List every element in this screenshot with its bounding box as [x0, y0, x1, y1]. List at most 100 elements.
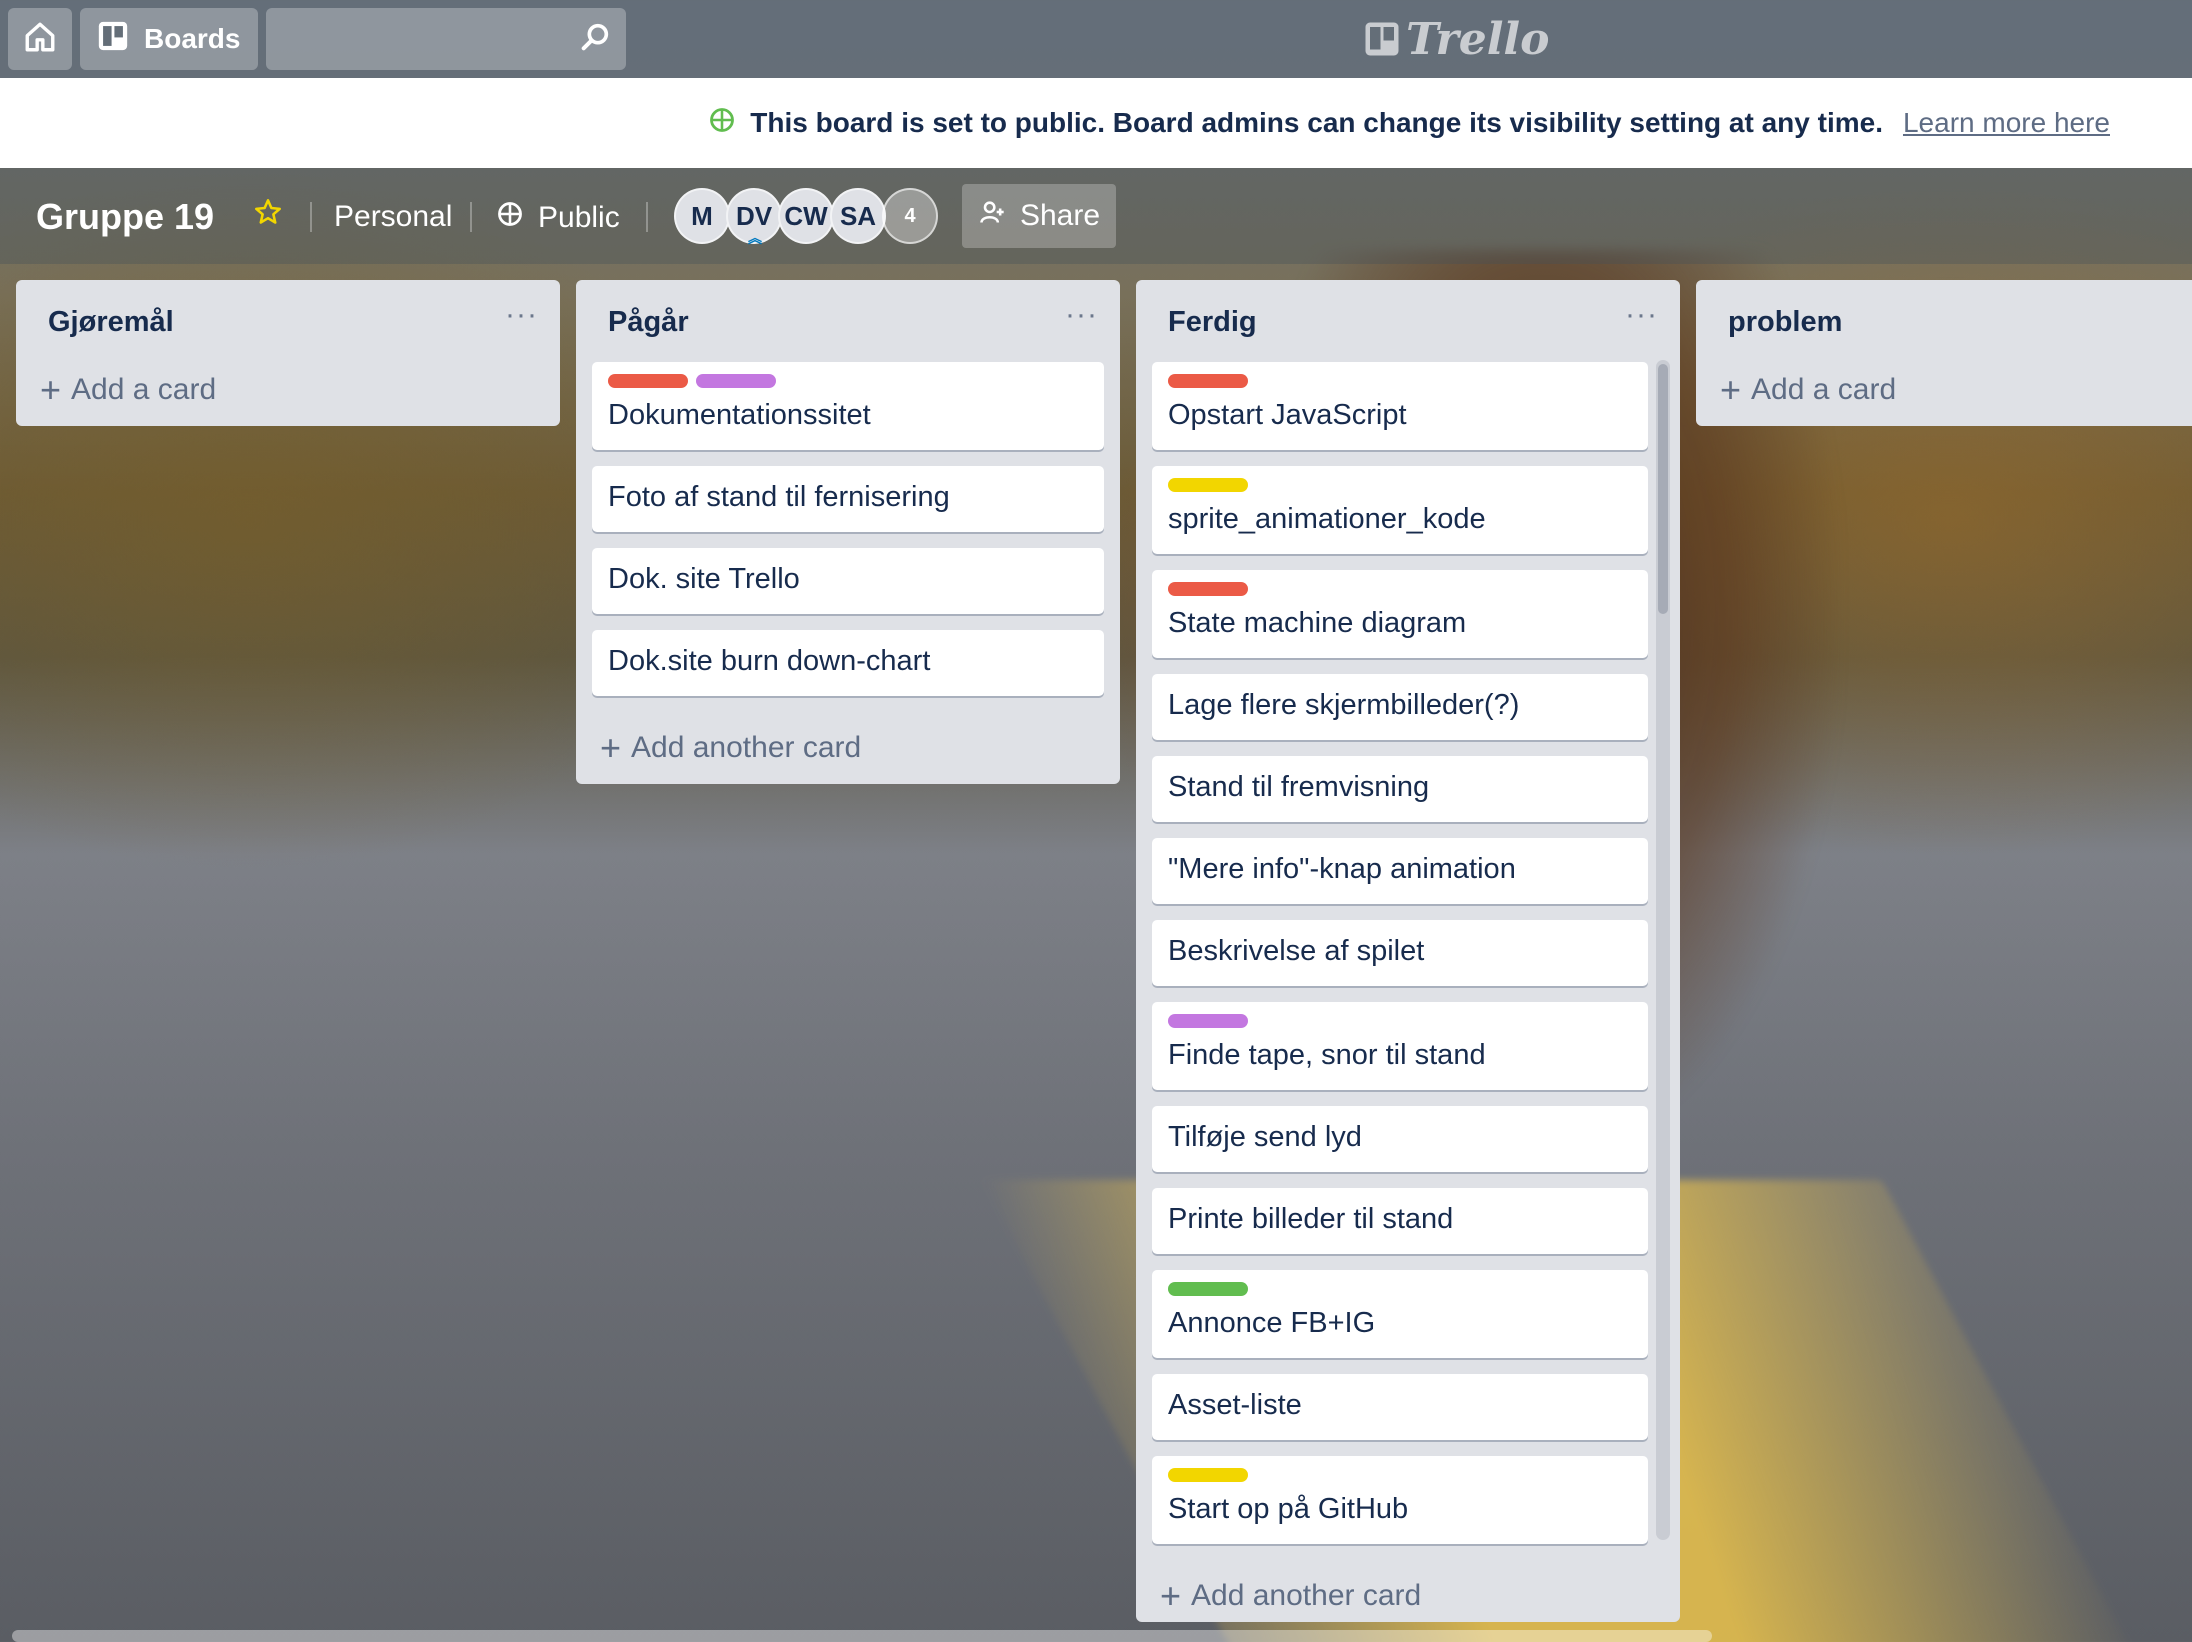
- share-button[interactable]: Share: [962, 184, 1116, 248]
- card-title: Stand til fremvisning: [1168, 771, 1430, 803]
- card[interactable]: Dokumentationssitet: [592, 362, 1104, 450]
- board-horizontal-scrollbar[interactable]: [12, 1630, 1712, 1642]
- card[interactable]: Foto af stand til fernisering: [592, 466, 1104, 532]
- add-card-label: Add a card: [71, 373, 217, 406]
- list-ferdig: Ferdig ··· Opstart JavaScript sprite_anim…: [1136, 280, 1680, 1622]
- header-divider: [310, 202, 312, 232]
- card-labels: [1168, 1468, 1632, 1484]
- share-label: Share: [1019, 199, 1101, 232]
- notice-message: This board is set to public. Board admin…: [750, 107, 1883, 138]
- add-card-button[interactable]: + Add a card: [16, 354, 560, 426]
- card-title: Opstart JavaScript: [1168, 399, 1407, 431]
- card-title: Dok. site Trello: [608, 563, 800, 595]
- search-input[interactable]: [266, 8, 626, 70]
- card-labels: [1168, 1282, 1632, 1298]
- card-title: Beskrivelse af spilet: [1168, 935, 1425, 967]
- card[interactable]: Dok. site Trello: [592, 548, 1104, 614]
- trello-logo-text: Trello: [1406, 13, 1550, 65]
- avatar[interactable]: M: [674, 188, 730, 244]
- card[interactable]: sprite_animationer_kode: [1152, 466, 1648, 554]
- card-labels: [608, 374, 1088, 390]
- card-title: Printe billeder til stand: [1168, 1203, 1454, 1235]
- learn-more-link[interactable]: Learn more here: [1903, 107, 2110, 139]
- card-title: Asset-liste: [1168, 1389, 1302, 1421]
- list-problem: problem + Add a card: [1696, 280, 2192, 426]
- list-menu-icon[interactable]: ···: [505, 298, 538, 332]
- list-menu-icon[interactable]: ···: [1065, 298, 1098, 332]
- list-menu-icon[interactable]: ···: [1625, 298, 1658, 332]
- add-card-label: Add another card: [1191, 1579, 1422, 1612]
- list-gjoremal: Gjøremål ··· + Add a card: [16, 280, 560, 426]
- star-icon[interactable]: [254, 198, 282, 234]
- home-button[interactable]: [8, 8, 72, 70]
- card-title: Finde tape, snor til stand: [1168, 1039, 1486, 1071]
- card-labels: [1168, 1014, 1632, 1030]
- card-labels: [1168, 374, 1632, 390]
- scrollbar-thumb[interactable]: [1658, 364, 1668, 614]
- list-title[interactable]: Pågår: [608, 306, 689, 339]
- card[interactable]: Finde tape, snor til stand: [1152, 1002, 1648, 1090]
- board-title[interactable]: Gruppe 19: [36, 196, 214, 238]
- list-header: Gjøremål ···: [16, 280, 560, 362]
- card[interactable]: Stand til fremvisning: [1152, 756, 1648, 822]
- card-title: Annonce FB+IG: [1168, 1307, 1376, 1339]
- list-header: Pågår ···: [576, 280, 1120, 362]
- card-label-green[interactable]: [1168, 1282, 1248, 1296]
- list-title[interactable]: problem: [1728, 306, 1842, 339]
- trello-logo[interactable]: Trello: [1364, 13, 1550, 65]
- list-title[interactable]: Gjøremål: [48, 306, 174, 339]
- header-divider: [470, 202, 472, 232]
- card[interactable]: Lage flere skjermbilleder(?): [1152, 674, 1648, 740]
- list-header: Ferdig ···: [1136, 280, 1680, 362]
- list-scrollbar[interactable]: [1656, 360, 1670, 1540]
- card-label-red[interactable]: [1168, 582, 1248, 596]
- member-avatars: M DV ︽ CW SA 4: [674, 188, 938, 246]
- card-label-yellow[interactable]: [1168, 1468, 1248, 1482]
- globe-icon: [708, 106, 736, 141]
- add-card-button[interactable]: + Add another card: [576, 712, 1120, 784]
- card[interactable]: State machine diagram: [1152, 570, 1648, 658]
- add-card-button[interactable]: + Add another card: [1136, 1560, 1680, 1632]
- home-icon: [23, 20, 57, 59]
- visibility-label: Public: [538, 201, 620, 234]
- avatar-initials: DV: [735, 200, 773, 231]
- card[interactable]: Printe billeder til stand: [1152, 1188, 1648, 1254]
- visibility-button[interactable]: Public: [496, 200, 620, 236]
- globe-icon: [496, 200, 524, 236]
- card[interactable]: Opstart JavaScript: [1152, 362, 1648, 450]
- card[interactable]: Beskrivelse af spilet: [1152, 920, 1648, 986]
- card-title: Dokumentationssitet: [608, 399, 871, 431]
- card[interactable]: Dok.site burn down-chart: [592, 630, 1104, 696]
- card-title: "Mere info"-knap animation: [1168, 853, 1516, 885]
- card[interactable]: Start op på GitHub: [1152, 1456, 1648, 1544]
- card-label-red[interactable]: [608, 374, 688, 388]
- card-title: Tilføje send lyd: [1168, 1121, 1362, 1153]
- card-label-yellow[interactable]: [1168, 478, 1248, 492]
- card-title: Start op på GitHub: [1168, 1493, 1409, 1525]
- card[interactable]: Annonce FB+IG: [1152, 1270, 1648, 1358]
- public-notice-bar: This board is set to public. Board admin…: [0, 78, 2192, 168]
- list-title[interactable]: Ferdig: [1168, 306, 1257, 339]
- card-container: Opstart JavaScript sprite_animationer_kod…: [1136, 362, 1680, 1544]
- avatar[interactable]: CW: [778, 188, 834, 244]
- list-header: problem: [1696, 280, 2192, 362]
- avatar[interactable]: SA: [830, 188, 886, 244]
- boards-icon: [96, 19, 130, 60]
- trello-logo-icon: [1365, 22, 1399, 56]
- card-title: sprite_animationer_kode: [1168, 503, 1486, 535]
- card[interactable]: Tilføje send lyd: [1152, 1106, 1648, 1172]
- more-members-count[interactable]: 4: [882, 188, 938, 244]
- team-button[interactable]: Personal: [334, 200, 452, 234]
- card[interactable]: "Mere info"-knap animation: [1152, 838, 1648, 904]
- avatar[interactable]: DV ︽: [726, 188, 782, 246]
- card-label-red[interactable]: [1168, 374, 1248, 388]
- plus-icon: +: [600, 727, 622, 768]
- header-divider: [646, 202, 648, 232]
- card[interactable]: Asset-liste: [1152, 1374, 1648, 1440]
- admin-chevron-icon: ︽: [748, 230, 762, 246]
- boards-button[interactable]: Boards: [80, 8, 258, 70]
- card-label-purple[interactable]: [696, 374, 776, 388]
- plus-icon: +: [1720, 369, 1742, 410]
- card-label-purple[interactable]: [1168, 1014, 1248, 1028]
- add-card-button[interactable]: + Add a card: [1696, 354, 2192, 426]
